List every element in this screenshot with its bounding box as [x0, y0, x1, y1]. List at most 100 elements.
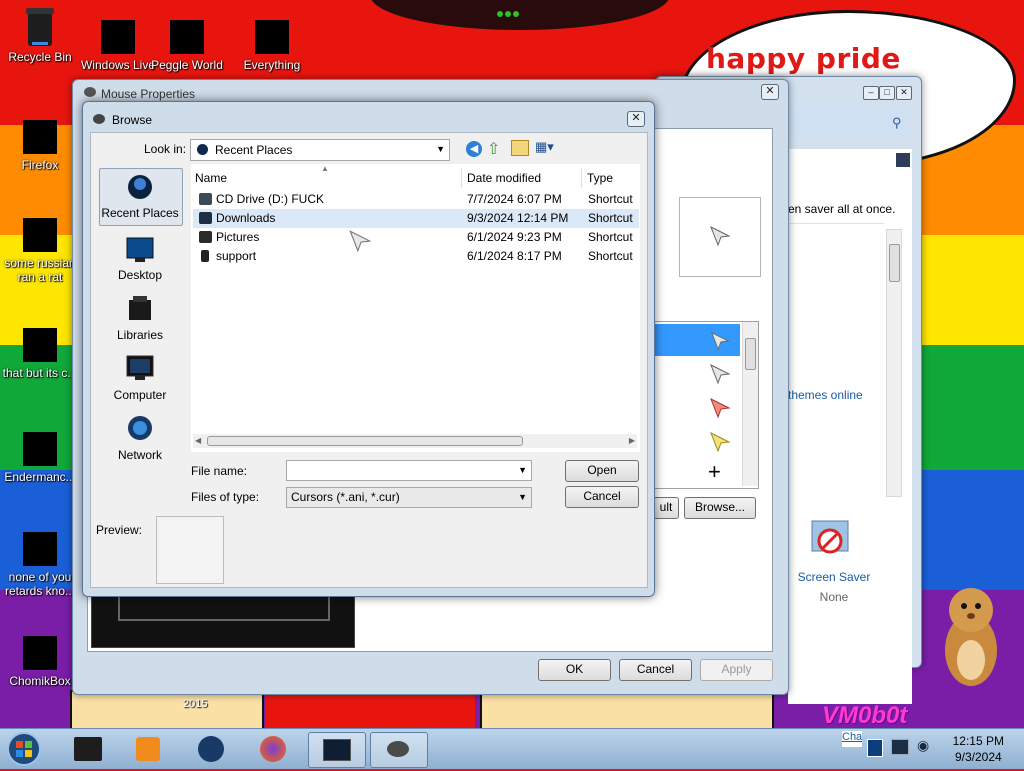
desktop-icon-that-but-its[interactable]: that but its c...: [0, 328, 80, 380]
close-button[interactable]: ✕: [761, 84, 779, 100]
desktop-icon-recycle-bin[interactable]: Recycle Bin: [0, 6, 80, 64]
media-player-icon: [136, 737, 160, 761]
open-button[interactable]: Open: [565, 460, 639, 482]
desktop-icon-label: Windows Live: [80, 58, 156, 72]
taskbar-item-mouse-properties[interactable]: [370, 732, 428, 768]
browse-button[interactable]: Browse...: [684, 497, 756, 519]
horizontal-scrollbar[interactable]: ◀ ▶: [193, 434, 637, 448]
column-header-date-modified[interactable]: Date modified: [463, 168, 582, 188]
file-list[interactable]: Name ▲ Date modified Type CD Drive (D:) …: [191, 164, 640, 452]
desktop-icon-everything[interactable]: Everything: [232, 6, 312, 72]
get-more-themes-link[interactable]: themes online: [788, 388, 863, 402]
file-row-selected[interactable]: Downloads 9/3/2024 12:14 PM Shortcut: [193, 209, 639, 228]
column-header-type[interactable]: Type: [583, 168, 639, 188]
chevron-down-icon: ▼: [518, 465, 527, 475]
new-folder-icon[interactable]: [511, 140, 529, 156]
browse-dialog: Browse ✕ Look in: Recent Places ▼ ◀ ⇧ ▦▾…: [82, 101, 655, 597]
taskbar-item-firefox[interactable]: [246, 732, 302, 766]
cancel-button[interactable]: Cancel: [619, 659, 692, 681]
places-item-label: Desktop: [117, 268, 163, 282]
apply-button[interactable]: Apply: [700, 659, 773, 681]
desktop-icon-none-of-you[interactable]: none of you retards kno...: [0, 532, 80, 598]
places-item-libraries[interactable]: Libraries: [92, 294, 188, 342]
theme-preview-image: [91, 590, 355, 648]
file-name: CD Drive (D:) FUCK: [216, 192, 324, 206]
normal-select-pointer-icon: [708, 330, 732, 355]
taskbar-item-libraries[interactable]: [60, 732, 116, 766]
file-date: 7/7/2024 6:07 PM: [467, 192, 562, 206]
dialog-title: Browse: [112, 113, 153, 127]
places-item-computer[interactable]: Computer: [92, 354, 188, 402]
use-default-button[interactable]: ult: [653, 497, 679, 519]
tray-volume-icon[interactable]: ◉: [917, 737, 929, 754]
vertical-scrollbar[interactable]: [742, 322, 758, 486]
desktop-icon-endermanch[interactable]: Endermanc...: [0, 432, 80, 484]
crosshair-pointer-icon: +: [708, 459, 721, 484]
back-icon[interactable]: ◀: [466, 141, 482, 157]
view-menu-icon[interactable]: ▦▾: [535, 139, 554, 155]
desktop-icon-firefox[interactable]: Firefox: [0, 120, 80, 172]
file-type: Shortcut: [588, 230, 633, 244]
support-file-icon: [201, 250, 209, 262]
preview-box: [156, 516, 224, 584]
tray-text[interactable]: Cha: [842, 731, 862, 747]
places-item-desktop[interactable]: Desktop: [92, 234, 188, 282]
close-button[interactable]: ✕: [896, 86, 912, 100]
file-date: 9/3/2024 12:14 PM: [467, 211, 569, 225]
file-date: 6/1/2024 8:17 PM: [467, 249, 562, 263]
file-row[interactable]: support 6/1/2024 8:17 PM Shortcut: [193, 247, 639, 266]
file-name-input[interactable]: ▼: [286, 460, 532, 481]
close-button[interactable]: ✕: [627, 111, 645, 127]
file-type: Shortcut: [588, 192, 633, 206]
pointer-scheme-list[interactable]: +: [653, 321, 759, 489]
taskbar-item-media-player[interactable]: [122, 732, 178, 766]
recent-places-icon: [197, 144, 208, 155]
preview-label: Preview:: [96, 523, 143, 537]
network-icon: [125, 414, 155, 444]
file-date: 6/1/2024 9:23 PM: [467, 230, 562, 244]
screen-saver-label[interactable]: Screen Saver: [792, 570, 876, 584]
start-button[interactable]: [4, 730, 44, 768]
scrollbar-thumb[interactable]: [207, 436, 523, 446]
places-item-network[interactable]: Network: [92, 414, 188, 462]
screen-saver-icon[interactable]: [808, 517, 852, 561]
downloads-folder-icon: [199, 212, 212, 224]
places-item-label: Network: [117, 448, 162, 462]
files-of-type-label: Files of type:: [191, 490, 260, 504]
taskbar-clock[interactable]: 12:15 PM 9/3/2024: [953, 733, 1004, 765]
maximize-button[interactable]: □: [879, 86, 895, 100]
places-item-recent-places[interactable]: Recent Places: [92, 172, 188, 220]
desktop-icon-peggle-world[interactable]: Peggle World: [147, 6, 227, 72]
working-pointer-icon: [708, 396, 732, 423]
up-folder-icon[interactable]: ⇧: [487, 139, 500, 159]
cancel-button[interactable]: Cancel: [565, 486, 639, 508]
file-row[interactable]: Pictures 6/1/2024 9:23 PM Shortcut: [193, 228, 639, 247]
tray-network-icon[interactable]: [891, 739, 909, 755]
taskbar-item-personalization[interactable]: [308, 732, 366, 768]
divider: [790, 223, 884, 224]
scroll-right-icon[interactable]: ▶: [629, 436, 635, 445]
file-icon: [23, 218, 57, 252]
places-item-label: Recent Places: [101, 206, 179, 220]
cd-drive-icon: [199, 193, 212, 205]
help-select-pointer-icon: [708, 362, 732, 389]
file-row[interactable]: CD Drive (D:) FUCK 7/7/2024 6:07 PM Shor…: [193, 190, 639, 209]
desktop-icon-windows-live[interactable]: Windows Live: [78, 6, 158, 72]
peggle-world-icon: [170, 20, 204, 54]
scroll-left-icon[interactable]: ◀: [195, 436, 201, 445]
desktop-icon-label: none of you retards kno...: [4, 570, 76, 598]
desktop-icon-chomikbox[interactable]: ChomikBox: [0, 636, 80, 688]
vertical-scrollbar[interactable]: [886, 229, 902, 497]
desktop-icon-russian-rat[interactable]: some russian ran a rat: [0, 218, 80, 284]
clock-time: 12:15 PM: [952, 734, 1004, 748]
taskbar-item-network[interactable]: [184, 732, 240, 766]
look-in-select[interactable]: Recent Places ▼: [190, 139, 450, 161]
files-of-type-select[interactable]: Cursors (*.ani, *.cur) ▼: [286, 487, 532, 508]
tray-app-icon[interactable]: [867, 739, 883, 757]
sort-arrow-icon: ▲: [321, 164, 329, 173]
desktop-icon-label: Endermanc...: [4, 470, 76, 484]
mouse-icon: [83, 86, 97, 98]
libraries-icon: [74, 737, 102, 761]
ok-button[interactable]: OK: [538, 659, 611, 681]
minimize-button[interactable]: –: [863, 86, 879, 100]
